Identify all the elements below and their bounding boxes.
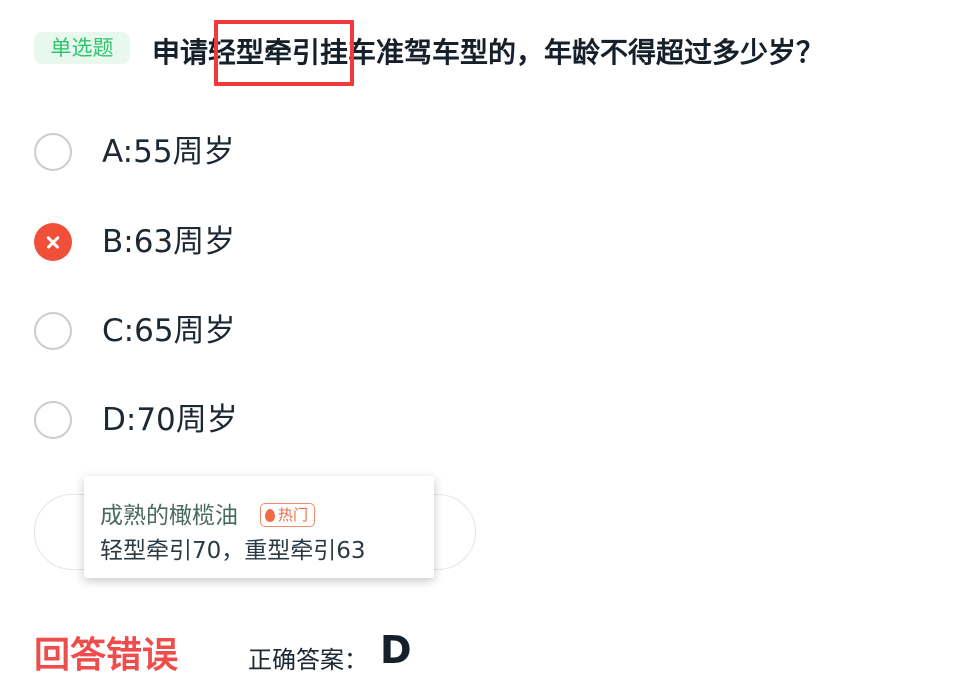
radio-icon[interactable] [34, 312, 72, 350]
radio-icon[interactable] [34, 133, 72, 171]
comment-tooltip: 成熟的橄榄油 热门 轻型牵引70，重型牵引63 [84, 476, 434, 578]
option-label: A:55周岁 [102, 134, 235, 170]
quiz-page: 单选题 申请轻型牵引挂车准驾车型的，年龄不得超过多少岁？ A:55周岁 B:63… [0, 0, 967, 700]
option-label: B:63周岁 [102, 224, 236, 260]
option-label: D:70周岁 [102, 402, 238, 438]
radio-icon[interactable] [34, 401, 72, 439]
highlight-annotation-box [214, 20, 354, 86]
comment-text: 轻型牵引70，重型牵引63 [100, 538, 366, 564]
comment-username: 成熟的橄榄油 [100, 503, 238, 529]
hot-badge-label: 热门 [278, 506, 309, 524]
option-label: C:65周岁 [102, 313, 236, 349]
option-d[interactable]: D:70周岁 [34, 395, 534, 445]
option-b[interactable]: B:63周岁 [34, 217, 534, 267]
hot-badge: 热门 [260, 503, 316, 527]
flame-icon [265, 508, 275, 522]
option-c[interactable]: C:65周岁 [34, 306, 534, 356]
correct-answer-label: 正确答案： [248, 646, 368, 674]
option-a[interactable]: A:55周岁 [34, 127, 534, 177]
question-header: 单选题 申请轻型牵引挂车准驾车型的，年龄不得超过多少岁？ [34, 28, 964, 78]
question-type-tag: 单选题 [34, 32, 130, 64]
wrong-x-icon[interactable] [34, 223, 72, 261]
correct-answer-value: D [380, 628, 412, 672]
result-status: 回答错误 [34, 635, 179, 676]
